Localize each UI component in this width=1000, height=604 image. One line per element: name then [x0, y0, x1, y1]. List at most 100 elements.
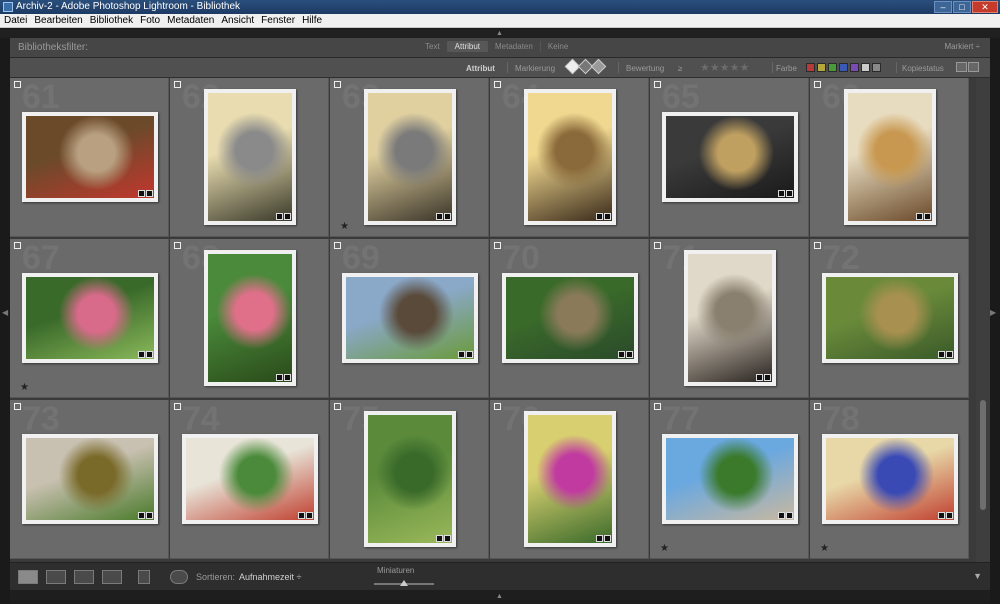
keyword-badge-icon[interactable] — [596, 213, 603, 220]
grid-cell[interactable]: 78 ★ — [810, 400, 969, 559]
flag-icon[interactable] — [494, 403, 501, 410]
flag-icon[interactable] — [654, 81, 661, 88]
metadata-badge-icon[interactable] — [306, 512, 313, 519]
close-button[interactable]: ✕ — [972, 1, 998, 13]
metadata-badge-icon[interactable] — [146, 351, 153, 358]
rating-stars-filter[interactable]: ★★★★★ — [700, 61, 749, 74]
photo-thumbnail[interactable] — [22, 434, 158, 524]
grid-cell[interactable]: 62 — [170, 78, 329, 237]
color-none-swatch[interactable] — [872, 63, 881, 72]
rating-star[interactable]: ★ — [820, 543, 829, 554]
grid-cell[interactable]: 63 ★ — [330, 78, 489, 237]
metadata-badge-icon[interactable] — [786, 512, 793, 519]
grid-cell[interactable]: 75 — [330, 400, 489, 559]
rating-star[interactable]: ★ — [340, 221, 349, 232]
color-green-swatch[interactable] — [828, 63, 837, 72]
metadata-badge-icon[interactable] — [146, 190, 153, 197]
keyword-badge-icon[interactable] — [138, 512, 145, 519]
scrollbar-thumb[interactable] — [980, 400, 986, 510]
photo-thumbnail[interactable] — [204, 89, 296, 225]
master-photo-icon[interactable] — [956, 62, 967, 72]
top-panel-toggle[interactable]: ▲ — [0, 29, 1000, 38]
photo-thumbnail[interactable] — [364, 411, 456, 547]
grid-view-icon[interactable] — [18, 570, 38, 584]
flag-icon[interactable] — [814, 403, 821, 410]
flag-icon[interactable] — [14, 81, 21, 88]
grid-cell[interactable]: 76 — [490, 400, 649, 559]
keyword-badge-icon[interactable] — [778, 190, 785, 197]
metadata-badge-icon[interactable] — [786, 190, 793, 197]
metadata-badge-icon[interactable] — [444, 535, 451, 542]
metadata-badge-icon[interactable] — [146, 512, 153, 519]
left-panel-toggle-icon[interactable]: ◀ — [2, 308, 8, 317]
color-custom-swatch[interactable] — [861, 63, 870, 72]
flag-icon[interactable] — [334, 242, 341, 249]
color-yellow-swatch[interactable] — [817, 63, 826, 72]
keyword-badge-icon[interactable] — [618, 351, 625, 358]
keyword-badge-icon[interactable] — [458, 351, 465, 358]
photo-thumbnail[interactable] — [22, 112, 158, 202]
grid-cell[interactable]: 71 — [650, 239, 809, 398]
spray-can-icon[interactable] — [138, 570, 150, 584]
filter-tab-keine[interactable]: Keine — [539, 41, 575, 52]
menu-ansicht[interactable]: Ansicht — [221, 14, 259, 27]
metadata-badge-icon[interactable] — [284, 374, 291, 381]
slider-knob[interactable] — [400, 580, 408, 586]
keyword-badge-icon[interactable] — [596, 535, 603, 542]
flag-icon[interactable] — [174, 403, 181, 410]
metadata-badge-icon[interactable] — [604, 535, 611, 542]
menu-foto[interactable]: Foto — [140, 14, 165, 27]
filmstrip-toggle[interactable]: ▲ — [10, 590, 990, 604]
rating-star[interactable]: ★ — [20, 382, 29, 393]
sort-direction-icon[interactable] — [170, 570, 188, 584]
flag-icon[interactable] — [654, 403, 661, 410]
toolbar-menu-arrow[interactable]: ▼ — [973, 571, 982, 581]
flag-icon[interactable] — [14, 242, 21, 249]
grid-cell[interactable]: 65 — [650, 78, 809, 237]
filter-preset-dropdown[interactable]: Markiert ÷ — [944, 42, 980, 51]
photo-thumbnail[interactable] — [204, 250, 296, 386]
grid-cell[interactable]: 64 — [490, 78, 649, 237]
metadata-badge-icon[interactable] — [444, 213, 451, 220]
keyword-badge-icon[interactable] — [436, 213, 443, 220]
metadata-badge-icon[interactable] — [946, 512, 953, 519]
grid-cell[interactable]: 69 — [330, 239, 489, 398]
filter-tab-metadaten[interactable]: Metadaten — [487, 41, 540, 52]
menu-metadaten[interactable]: Metadaten — [167, 14, 219, 27]
grid-scrollbar[interactable] — [976, 78, 990, 562]
flag-icon[interactable] — [814, 242, 821, 249]
photo-thumbnail[interactable] — [524, 89, 616, 225]
keyword-badge-icon[interactable] — [276, 213, 283, 220]
rating-operator[interactable]: ≥ — [678, 64, 682, 73]
filter-tab-attribut[interactable]: Attribut — [446, 41, 488, 52]
photo-thumbnail[interactable] — [684, 250, 776, 386]
thumbnail-size-slider[interactable] — [374, 580, 434, 586]
menu-bearbeiten[interactable]: Bearbeiten — [34, 14, 87, 27]
grid-cell[interactable]: 72 — [810, 239, 969, 398]
rejected-filter-icon[interactable] — [590, 58, 607, 75]
maximize-button[interactable]: □ — [953, 1, 971, 13]
keyword-badge-icon[interactable] — [938, 351, 945, 358]
flag-icon[interactable] — [494, 81, 501, 88]
keyword-badge-icon[interactable] — [298, 512, 305, 519]
flag-icon[interactable] — [814, 81, 821, 88]
flag-icon[interactable] — [174, 242, 181, 249]
keyword-badge-icon[interactable] — [276, 374, 283, 381]
color-blue-swatch[interactable] — [839, 63, 848, 72]
photo-thumbnail[interactable] — [364, 89, 456, 225]
metadata-badge-icon[interactable] — [924, 213, 931, 220]
photo-thumbnail[interactable] — [662, 112, 798, 202]
menu-hilfe[interactable]: Hilfe — [302, 14, 327, 27]
keyword-badge-icon[interactable] — [938, 512, 945, 519]
menu-bibliothek[interactable]: Bibliothek — [90, 14, 138, 27]
metadata-badge-icon[interactable] — [764, 374, 771, 381]
metadata-badge-icon[interactable] — [604, 213, 611, 220]
triangle-up-icon[interactable]: ▲ — [496, 593, 503, 600]
filter-tab-text[interactable]: Text — [418, 41, 447, 52]
metadata-badge-icon[interactable] — [466, 351, 473, 358]
metadata-badge-icon[interactable] — [946, 351, 953, 358]
flag-icon[interactable] — [654, 242, 661, 249]
photo-thumbnail[interactable] — [844, 89, 936, 225]
grid-cell[interactable]: 67 ★ — [10, 239, 169, 398]
grid-cell[interactable]: 66 — [810, 78, 969, 237]
